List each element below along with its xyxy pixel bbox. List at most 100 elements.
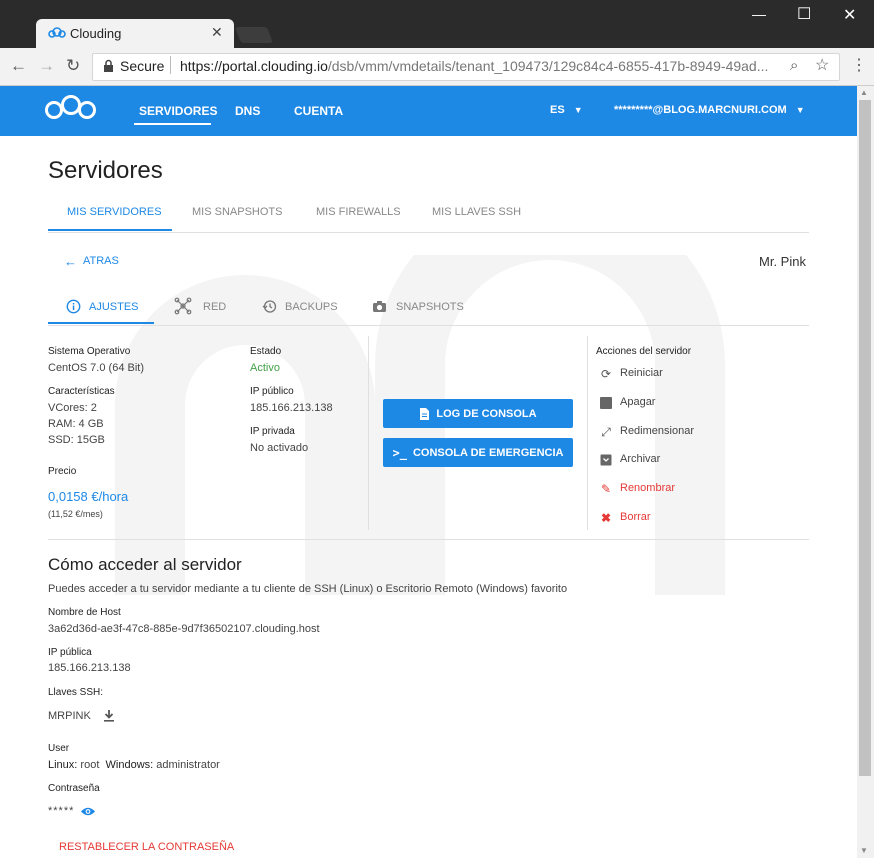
action-renombrar[interactable]: Renombrar [620,482,675,494]
tabs-divider [48,232,809,233]
nav-cuenta[interactable]: CUENTA [294,104,343,118]
action-archivar[interactable]: Archivar [620,453,660,465]
os-label: Sistema Operativo [48,346,131,357]
back-button[interactable]: ATRAS [83,255,119,267]
user-label: User [48,743,70,754]
lock-icon [104,59,113,72]
scroll-up-icon[interactable]: ▲ [860,88,868,97]
ssh-keys-label: Llaves SSH: [48,687,104,698]
windows-user: administrator [156,759,220,771]
state-label: Estado [250,346,282,357]
access-title: Cómo acceder al servidor [48,555,242,574]
tab-mis-firewalls[interactable]: MIS FIREWALLS [316,206,401,218]
network-icon [174,297,192,315]
private-ip-label: IP privada [250,426,295,437]
address-divider [170,56,171,74]
page-title: Servidores [48,157,163,184]
resize-icon: ⤢ [601,424,611,439]
new-tab-button[interactable] [235,27,273,43]
state-value: Activo [250,362,280,374]
terminal-icon: >_ [392,445,407,460]
reload-icon[interactable]: ↻ [66,56,80,76]
history-icon [262,300,277,313]
info-icon [66,299,81,314]
nav-servidores[interactable]: SERVIDORES [139,104,217,118]
section-divider [48,539,809,540]
maximize-icon[interactable]: ☐ [797,4,811,24]
tab-active-indicator [48,229,172,231]
chevron-down-icon: ▼ [795,105,805,115]
access-ip-label: IP pública [48,647,92,658]
action-apagar[interactable]: Apagar [620,396,655,408]
action-borrar[interactable]: Borrar [620,511,651,523]
minimize-icon[interactable]: — [752,6,766,22]
chevron-down-icon: ▼ [573,105,583,115]
stop-icon [599,396,613,410]
public-ip-value: 185.166.213.138 [250,402,333,414]
tab-close-icon[interactable]: ✕ [211,24,223,41]
clouding-logo-icon[interactable] [44,94,98,122]
emergency-console-button[interactable]: >_ CONSOLA DE EMERGENCIA [383,438,573,467]
tab-mis-servidores[interactable]: MIS SERVIDORES [67,206,162,218]
access-ip-value: 185.166.213.138 [48,662,131,674]
private-ip-value: No activado [250,442,309,454]
nav-dns[interactable]: DNS [235,104,260,118]
ram-value: RAM: 4 GB [48,418,104,430]
ssh-key-name: MRPINK [48,710,91,722]
password-label: Contraseña [48,783,100,794]
language-selector[interactable]: ES ▼ [550,104,583,116]
close-window-icon[interactable]: ✕ [843,5,856,25]
price-hour: 0,0158 €/hora [48,489,129,504]
reset-password-button[interactable]: RESTABLECER LA CONTRASEÑA [59,841,234,853]
console-log-button[interactable]: LOG DE CONSOLA [383,399,573,428]
password-masked: ***** [48,805,75,817]
back-arrow-icon[interactable]: ← [64,254,77,269]
column-divider-2 [587,336,588,530]
os-value: CentOS 7.0 (64 Bit) [48,362,144,374]
emergency-console-label: CONSOLA DE EMERGENCIA [412,446,564,459]
features-label: Características [48,386,115,397]
server-name: Mr. Pink [759,254,806,269]
forward-arrow-icon[interactable]: → [38,56,55,76]
zoom-search-icon[interactable]: ⌕ [790,57,798,74]
delete-x-icon: ✖ [600,511,612,525]
browser-menu-icon[interactable]: ⋮ [851,55,867,75]
price-month: (11,52 €/mes) [48,509,103,519]
server-tabs-divider [48,325,809,326]
bookmark-star-icon[interactable]: ☆ [815,55,829,75]
server-tab-ajustes[interactable]: AJUSTES [89,301,139,313]
server-tab-backups[interactable]: BACKUPS [285,301,338,313]
price-label: Precio [48,466,77,477]
hostname-value: 3a62d36d-ae3f-47c8-885e-9d7f36502107.clo… [48,623,320,635]
back-arrow-icon[interactable]: ← [10,56,27,76]
download-icon[interactable] [103,709,115,722]
access-description: Puedes acceder a tu servidor mediante a … [48,583,568,595]
console-log-label: LOG DE CONSOLA [436,407,537,420]
secure-label: Secure [120,58,165,74]
tab-mis-llaves-ssh[interactable]: MIS LLAVES SSH [432,206,521,218]
url-text[interactable]: https://portal.clouding.io/dsb/vmm/vmdet… [180,58,768,74]
server-tab-red[interactable]: RED [203,301,226,313]
user-menu[interactable]: *********@BLOG.MARCNURI.COM ▼ [614,104,805,116]
document-icon [420,407,430,420]
vcores-value: VCores: 2 [48,402,97,414]
action-reiniciar[interactable]: Reiniciar [620,367,663,379]
archive-icon [599,453,613,467]
linux-user: root [80,759,100,771]
tab-mis-snapshots[interactable]: MIS SNAPSHOTS [192,206,282,218]
action-redimensionar[interactable]: Redimensionar [620,425,694,437]
camera-icon [373,301,386,312]
nav-active-indicator [134,123,211,125]
hostname-label: Nombre de Host [48,607,121,618]
eye-icon[interactable] [80,806,96,817]
scrollbar-thumb[interactable] [859,100,871,776]
restart-icon: ⟳ [600,367,612,381]
windows-label: Windows: [105,759,154,771]
pencil-icon: ✎ [600,482,612,496]
scroll-down-icon[interactable]: ▼ [860,846,868,855]
tab-title: Clouding [70,26,122,41]
server-tab-snapshots[interactable]: SNAPSHOTS [396,301,464,313]
linux-label: Linux: [48,759,78,771]
server-tab-active-indicator [48,322,154,324]
actions-title: Acciones del servidor [596,346,692,357]
